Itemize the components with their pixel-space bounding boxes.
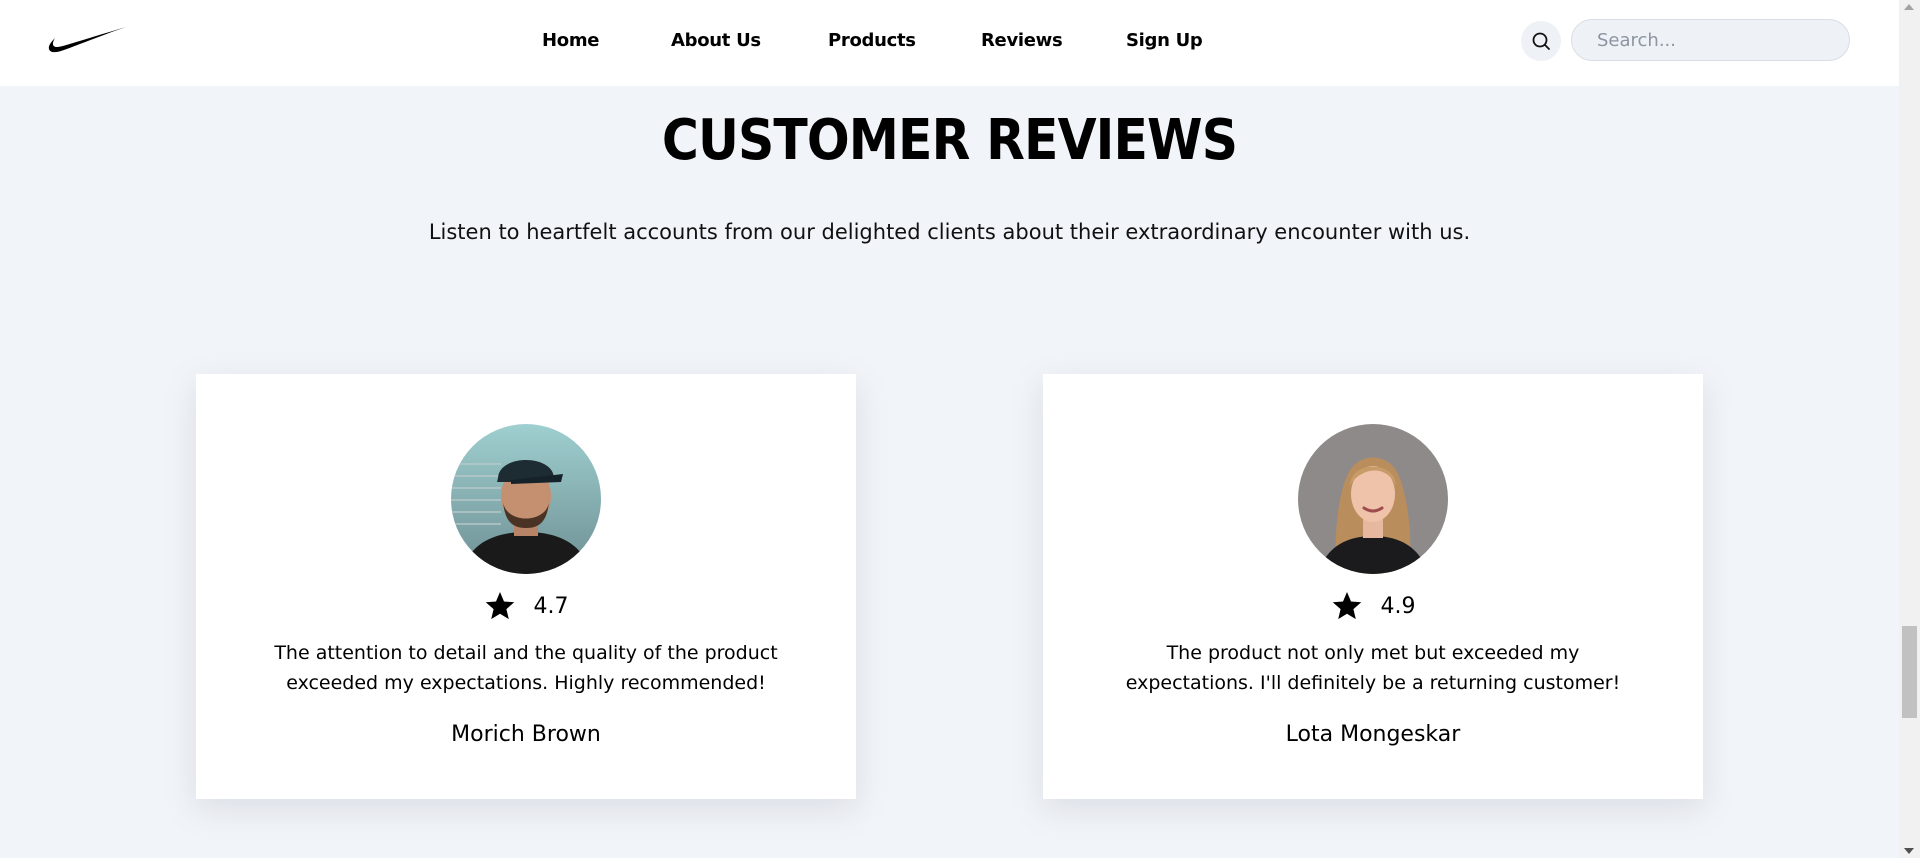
review-card: 4.7 The attention to detail and the qual… (196, 374, 856, 799)
review-text: The product not only met but exceeded my… (1125, 642, 1621, 694)
search-input[interactable] (1571, 19, 1850, 61)
reviewer-name: Lota Mongeskar (1285, 722, 1461, 747)
rating-value: 4.9 (1380, 593, 1416, 619)
avatar (451, 424, 601, 574)
nav-reviews[interactable]: Reviews (981, 30, 1063, 51)
avatar (1298, 424, 1448, 574)
nav-about-us[interactable]: About Us (671, 30, 761, 51)
rating: 4.9 (1043, 590, 1703, 622)
search-icon (1532, 32, 1550, 50)
page-scrollbar[interactable] (1899, 0, 1920, 858)
reviewer-name: Morich Brown (451, 722, 601, 747)
rating: 4.7 (196, 590, 856, 622)
review-card: 4.9 The product not only met but exceede… (1043, 374, 1703, 799)
top-navbar: Home About Us Products Reviews Sign Up (0, 0, 1899, 86)
search-button[interactable] (1521, 21, 1561, 61)
section-subtitle: Listen to heartfelt accounts from our de… (428, 220, 1471, 244)
rating-value: 4.7 (533, 593, 569, 619)
scroll-down-arrow-icon[interactable] (1904, 848, 1914, 854)
review-text: The attention to detail and the quality … (274, 642, 778, 694)
nav-home[interactable]: Home (542, 30, 600, 51)
scroll-up-arrow-icon[interactable] (1904, 4, 1914, 10)
star-icon (485, 592, 514, 620)
scroll-thumb[interactable] (1902, 626, 1917, 718)
nav-products[interactable]: Products (828, 30, 916, 51)
star-icon (1332, 592, 1361, 620)
nav-sign-up[interactable]: Sign Up (1126, 30, 1203, 51)
section-title: CUSTOMER REVIEWS (661, 108, 1238, 173)
